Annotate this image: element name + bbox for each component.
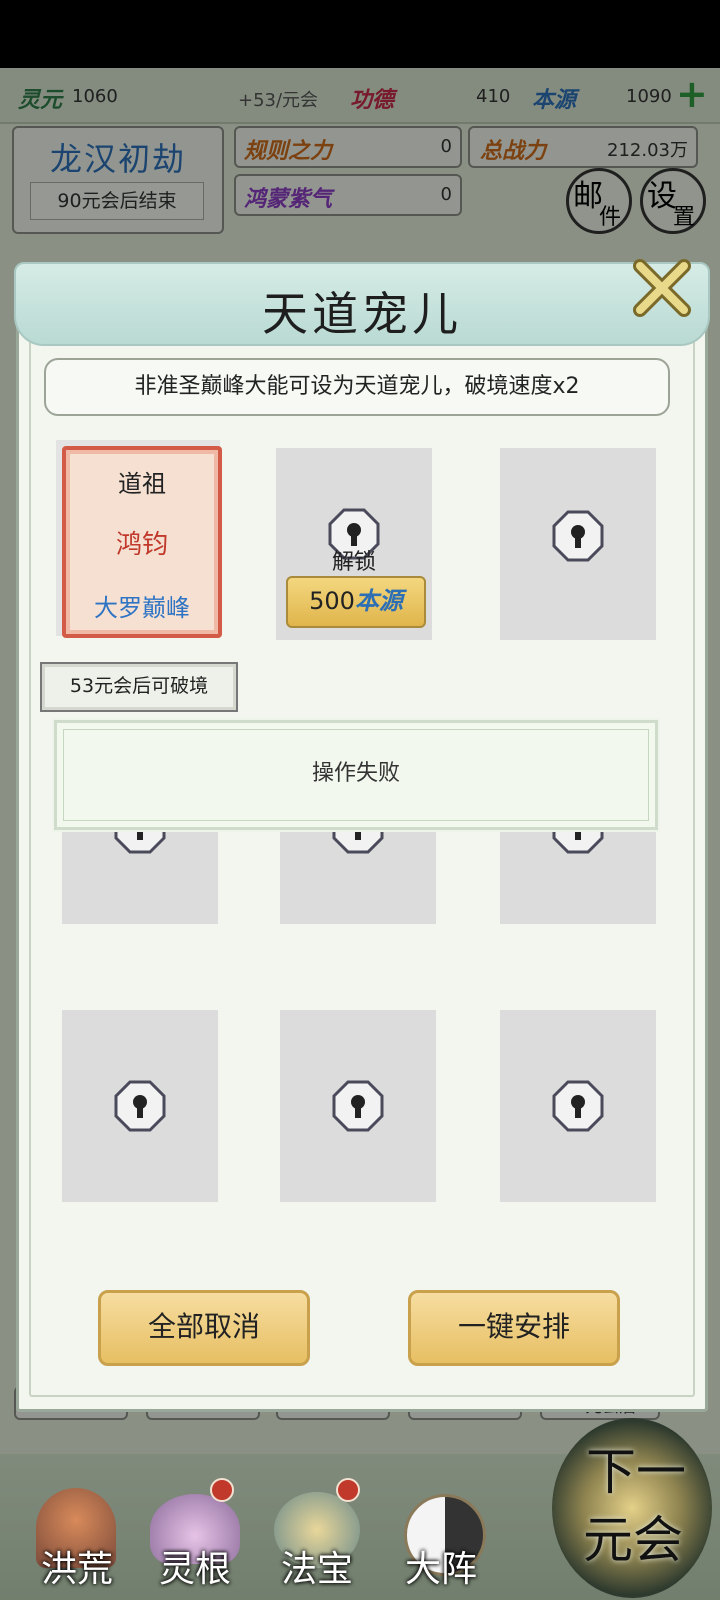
nav-label-honghuang: 洪荒: [40, 1549, 113, 1590]
dialog-header: 天道宠儿: [14, 262, 710, 346]
unlock-label: 解锁: [331, 550, 376, 575]
nav-label-fabao: 法宝: [280, 1549, 353, 1590]
notification-dot: [210, 1478, 234, 1502]
notification-dot: [336, 1478, 360, 1502]
dialog-description: 非准圣巅峰大能可设为天道宠儿，破境速度x2: [44, 358, 670, 416]
lock-icon: [552, 1080, 604, 1132]
close-icon[interactable]: [626, 252, 698, 324]
toast-inner-border: 操作失败: [63, 729, 649, 821]
card-rank: 道祖: [118, 470, 166, 498]
slot-9[interactable]: [500, 1010, 656, 1202]
nav-label-linggen: 灵根: [158, 1549, 231, 1590]
character-card[interactable]: 道祖 鸿钧 大罗巅峰: [62, 446, 222, 638]
lock-icon: [114, 1080, 166, 1132]
next-era-line1: 下一: [586, 1443, 686, 1501]
slot-8[interactable]: [280, 1010, 436, 1202]
auto-arrange-button[interactable]: 一键安排: [408, 1290, 620, 1366]
nav-fabao[interactable]: 法宝: [262, 1464, 372, 1600]
slot-7[interactable]: [62, 1010, 218, 1202]
unlock-cost: 500: [309, 587, 355, 615]
next-era-line2: 元会: [583, 1511, 683, 1569]
nav-linggen[interactable]: 灵根: [140, 1464, 250, 1600]
system-status-bar: [0, 0, 720, 68]
next-era-button[interactable]: 下一 元会: [552, 1418, 712, 1598]
nav-dazhen[interactable]: 大阵: [386, 1464, 496, 1600]
dialog-title: 天道宠儿: [262, 287, 462, 341]
unlock-button[interactable]: 500本源: [286, 576, 426, 628]
error-toast: 操作失败: [54, 720, 658, 830]
nav-label-dazhen: 大阵: [404, 1549, 477, 1590]
unlock-currency: 本源: [354, 586, 403, 615]
lock-icon: [332, 1080, 384, 1132]
cancel-all-button[interactable]: 全部取消: [98, 1290, 310, 1366]
lock-icon: [552, 510, 604, 562]
card-realm: 大罗巅峰: [94, 594, 190, 622]
nav-honghuang[interactable]: 洪荒: [22, 1464, 132, 1600]
breakthrough-tag: 53元会后可破境: [40, 662, 238, 712]
toast-message: 操作失败: [311, 761, 400, 786]
card-name: 鸿钧: [115, 530, 168, 560]
slot-3[interactable]: [500, 448, 656, 640]
